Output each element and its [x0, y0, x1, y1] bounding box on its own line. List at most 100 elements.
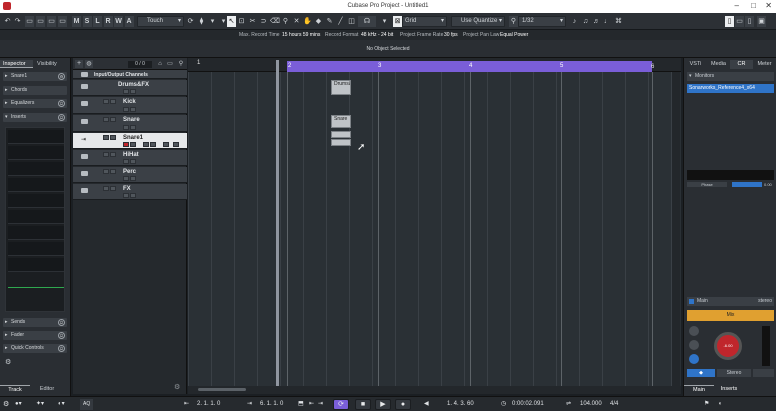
read-button[interactable] — [123, 125, 129, 130]
quantize-preset-select[interactable]: Use Quantize ▾ — [451, 16, 505, 27]
quantize-icon[interactable]: ⚲ — [509, 16, 518, 27]
power-icon[interactable]: ⏻ — [58, 100, 65, 107]
frame-rate-value[interactable]: 30 fps — [444, 32, 458, 38]
redo-icon[interactable]: ↷ — [13, 16, 22, 27]
add-track-icon[interactable]: + — [75, 60, 83, 68]
event-snare1-lane[interactable] — [331, 139, 351, 146]
quantize-apply-icon[interactable]: ♪ — [570, 16, 579, 27]
zone-toggle-icon[interactable]: ▭ — [36, 16, 45, 27]
mute-button[interactable] — [103, 169, 109, 174]
cycle-button[interactable]: ⟳ — [333, 399, 349, 410]
insert-slot[interactable] — [8, 210, 64, 224]
layout-left-icon[interactable]: ▯ — [725, 16, 734, 27]
power-icon[interactable]: ⏻ — [58, 319, 65, 326]
track-row-io[interactable]: Input/Output Channels — [73, 70, 187, 79]
stop-button[interactable]: ■ — [355, 399, 371, 410]
folder-icon[interactable]: ▭ — [166, 60, 174, 68]
play-button[interactable]: ▶ — [375, 399, 391, 410]
cycle-range[interactable]: 2 3 4 5 — [287, 61, 652, 72]
punch-icon[interactable]: ⚙ — [3, 399, 9, 410]
inspector-toggle-icon[interactable]: ▭ — [25, 16, 34, 27]
solo-button[interactable] — [110, 117, 116, 122]
layout-right-icon[interactable]: ▯ — [745, 16, 754, 27]
position-time[interactable]: 0:00:02.091 — [512, 399, 544, 410]
aq-button[interactable]: AQ — [80, 399, 94, 410]
tab-media[interactable]: Media — [707, 60, 730, 69]
color-tool-icon[interactable]: ☊ — [358, 16, 376, 27]
tempo-value[interactable]: 104.000 — [580, 399, 602, 410]
tab-main[interactable]: Main — [684, 385, 714, 393]
dim-button-icon[interactable] — [689, 326, 699, 336]
auto-quantize-icon[interactable]: ✦▾ — [36, 399, 44, 410]
mute-button[interactable] — [103, 99, 109, 104]
mode-button-r[interactable]: R — [103, 16, 113, 27]
inspector-section-sends[interactable]: ▸ Sends ⏻ — [3, 318, 67, 327]
track-row-selected[interactable]: ⇥ Snare1 — [73, 133, 187, 149]
level-knob[interactable]: -6.00 — [714, 332, 742, 360]
marker-icon[interactable]: ⚑ — [704, 399, 709, 410]
solo-button[interactable] — [130, 89, 136, 94]
power-icon[interactable]: ⏻ — [58, 114, 65, 121]
track-row[interactable]: HiHat — [73, 150, 187, 166]
snap-type-select[interactable]: Grid ▾ — [402, 16, 447, 27]
event-snare1[interactable] — [331, 131, 351, 138]
comp-tool-icon[interactable]: ◫ — [347, 16, 356, 27]
go-to-icon[interactable]: ◀ — [424, 399, 429, 410]
layout-window-icon[interactable]: ▣ — [757, 16, 766, 27]
mode-button-l[interactable]: L — [93, 16, 102, 27]
max-record-time-value[interactable]: 15 hours 59 mins — [282, 32, 320, 38]
sync-icon[interactable]: ⟳ — [186, 16, 195, 27]
insert-slot[interactable] — [8, 194, 64, 208]
track-row[interactable]: Snare — [73, 115, 187, 132]
split-tool-icon[interactable]: ✂ — [248, 16, 257, 27]
insert-slot[interactable] — [8, 130, 64, 144]
reference-level-icon[interactable] — [689, 354, 699, 364]
tab-visibility[interactable]: Visibility — [34, 60, 67, 68]
glue-tool-icon[interactable]: ⊃ — [259, 16, 268, 27]
position-bars[interactable]: 1. 4. 3. 60 — [447, 399, 474, 410]
write-button[interactable] — [130, 107, 136, 112]
chevron-down-icon[interactable]: ▾ — [380, 16, 389, 27]
quantize-reset-icon[interactable]: ♬ — [592, 16, 601, 27]
write-button[interactable] — [130, 193, 136, 198]
left-locator[interactable]: 2. 1. 1. 0 — [197, 399, 220, 410]
event-drums-folder[interactable]: Drums&F — [331, 80, 351, 95]
track-row[interactable]: FX — [73, 184, 187, 200]
scrollbar-thumb[interactable] — [198, 388, 246, 391]
track-row-folder[interactable]: Drums&FX — [73, 80, 187, 96]
mute-button[interactable] — [103, 117, 109, 122]
monitor-item[interactable]: Sonarworks_Reference4_x64 — [687, 84, 774, 93]
power-icon[interactable]: ⏻ — [58, 332, 65, 339]
tempo-track-icon[interactable]: ⇌ — [566, 399, 571, 410]
right-locator[interactable]: 6. 1. 1. 0 — [260, 399, 283, 410]
mode-button-w[interactable]: W — [114, 16, 123, 27]
write-button[interactable] — [130, 125, 136, 130]
lock-icon[interactable]: ⬒ — [298, 399, 304, 410]
write-button[interactable] — [150, 142, 156, 147]
playhead-cursor[interactable] — [276, 60, 279, 386]
snap-toggle-icon[interactable]: ⊠ — [393, 16, 402, 27]
play-tool-icon[interactable]: ◆ — [314, 16, 323, 27]
mix-button[interactable]: Mix — [687, 310, 774, 321]
tab-track[interactable]: Track — [0, 385, 30, 393]
cycle-start-icon[interactable]: ⇤ — [309, 399, 314, 410]
downmix-button[interactable] — [753, 369, 774, 377]
event-snare[interactable]: Snare — [331, 115, 351, 128]
mute-button[interactable] — [103, 152, 109, 157]
track-preset-icon[interactable]: ◍ — [85, 60, 93, 68]
solo-button[interactable] — [110, 135, 116, 140]
read-button[interactable] — [123, 159, 129, 164]
insert-slot[interactable] — [8, 242, 64, 256]
tab-control-room[interactable]: CR — [730, 60, 753, 69]
read-button[interactable] — [123, 176, 129, 181]
mute-button[interactable] — [123, 89, 129, 94]
inspector-section-inserts[interactable]: ▾ Inserts ⏻ — [3, 113, 67, 122]
line-tool-icon[interactable]: ╱ — [336, 16, 345, 27]
record-format-value[interactable]: 48 kHz - 24 bit — [361, 32, 393, 38]
automation-mode-select[interactable]: Touch ▾ — [137, 16, 184, 27]
solo-button[interactable] — [110, 169, 116, 174]
zone-toggle-icon[interactable]: ▭ — [47, 16, 56, 27]
mute-button[interactable] — [103, 135, 109, 140]
solo-button[interactable] — [110, 99, 116, 104]
record-mode-icon[interactable]: ●▾ — [15, 399, 22, 410]
